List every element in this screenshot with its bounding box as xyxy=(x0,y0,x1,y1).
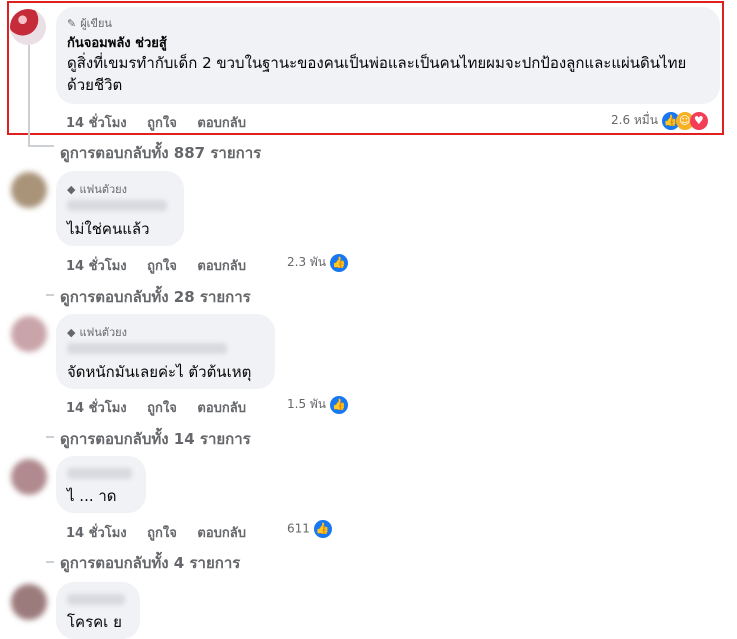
diamond-icon: ◆ xyxy=(67,326,76,339)
author-name[interactable]: กันจอมพลัง ช่วยสู้ xyxy=(67,32,167,53)
fan-badge-label: แฟนตัวยง xyxy=(79,183,128,196)
comment-time[interactable]: 14 ชั่วโมง xyxy=(66,401,127,416)
thread-connector xyxy=(46,294,54,296)
comment-text: ไม่ใช่คนแล้ว xyxy=(67,220,150,238)
commenter-avatar[interactable] xyxy=(11,172,47,208)
like-button[interactable]: ถูกใจ xyxy=(147,526,177,541)
blurred-name xyxy=(67,594,125,605)
blurred-name xyxy=(67,343,227,354)
author-badge-label: ผู้เขียน xyxy=(80,17,112,30)
reply-button[interactable]: ตอบกลับ xyxy=(197,116,246,131)
view-replies[interactable]: ดูการตอบกลับทั้ง 4 รายการ xyxy=(60,551,240,575)
comment-bubble: โครคเ ย xyxy=(56,582,140,639)
comment-actions: 14 ชั่วโมง ถูกใจ ตอบกลับ xyxy=(66,522,262,543)
thread-connector xyxy=(46,561,54,563)
pencil-icon: ✎ xyxy=(67,17,77,30)
like-reaction-icon: 👍 xyxy=(329,253,348,272)
comment-time[interactable]: 14 ชั่วโมง xyxy=(66,259,127,274)
comment-bubble: ◆ แฟนตัวยง ไม่ใช่คนแล้ว xyxy=(56,171,184,246)
blurred-name xyxy=(67,468,132,479)
comment-text: ไ ... าด xyxy=(67,487,117,505)
fan-badge-label: แฟนตัวยง xyxy=(79,326,128,339)
reaction-count: 2.3 พัน xyxy=(287,255,327,269)
thread-line xyxy=(28,45,30,145)
comment-actions: 14 ชั่วโมง ถูกใจ ตอบกลับ xyxy=(66,255,262,276)
reaction-summary[interactable]: 2.3 พัน 👍 xyxy=(287,253,348,272)
commenter-avatar[interactable] xyxy=(11,584,47,620)
author-avatar[interactable] xyxy=(10,9,46,45)
view-replies[interactable]: ดูการตอบกลับทั้ง 28 รายการ xyxy=(60,285,251,309)
comment-actions: 14 ชั่วโมง ถูกใจ ตอบกลับ xyxy=(66,397,262,418)
comment-bubble: ◆ แฟนตัวยง จัดหนักมันเลยค่ะไ ตัวต้นเหตุ xyxy=(56,314,275,389)
reaction-count: 611 xyxy=(287,521,310,536)
fan-badge: ◆ แฟนตัวยง xyxy=(67,180,127,198)
comment-time[interactable]: 14 ชั่วโมง xyxy=(66,116,127,131)
top-comment-text: ดูสิ่งที่เขมรทำกับเด็ก 2 ขวบในฐานะของคนเ… xyxy=(67,54,687,94)
like-button[interactable]: ถูกใจ xyxy=(147,401,177,416)
commenter-avatar[interactable] xyxy=(11,459,47,495)
blurred-name xyxy=(67,200,167,211)
love-reaction-icon: ♥ xyxy=(689,111,708,130)
like-reaction-icon: 👍 xyxy=(329,395,348,414)
view-replies[interactable]: ดูการตอบกลับทั้ง 14 รายการ xyxy=(60,427,251,451)
reply-button[interactable]: ตอบกลับ xyxy=(197,401,246,416)
diamond-icon: ◆ xyxy=(67,183,76,196)
reply-button[interactable]: ตอบกลับ xyxy=(197,526,246,541)
view-replies-887[interactable]: ดูการตอบกลับทั้ง 887 รายการ xyxy=(60,141,261,165)
like-reaction-icon: 👍 xyxy=(313,520,332,538)
comment-text: จัดหนักมันเลยค่ะไ ตัวต้นเหตุ xyxy=(67,363,252,381)
reaction-count: 1.5 พัน xyxy=(287,397,327,411)
thread-connector xyxy=(46,436,54,438)
comment-bubble: ไ ... าด xyxy=(56,456,146,513)
comment-text: โครคเ ย xyxy=(67,613,122,631)
comment-time[interactable]: 14 ชั่วโมง xyxy=(66,526,127,541)
reply-button[interactable]: ตอบกลับ xyxy=(197,259,246,274)
like-button[interactable]: ถูกใจ xyxy=(147,259,177,274)
reaction-summary[interactable]: 1.5 พัน 👍 xyxy=(287,395,348,414)
fan-badge: ◆ แฟนตัวยง xyxy=(67,323,127,341)
commenter-avatar[interactable] xyxy=(11,316,47,352)
author-badge: ✎ ผู้เขียน xyxy=(67,14,112,32)
top-reaction-summary[interactable]: 2.6 หมื่น 👍☺ ♥ xyxy=(611,111,708,130)
reaction-summary[interactable]: 611 👍 xyxy=(287,520,332,538)
top-comment-bubble: ✎ ผู้เขียน กันจอมพลัง ช่วยสู้ ดูสิ่งที่เข… xyxy=(56,7,720,104)
top-comment-actions: 14 ชั่วโมง ถูกใจ ตอบกลับ xyxy=(66,112,262,133)
like-button[interactable]: ถูกใจ xyxy=(147,116,177,131)
thread-connector xyxy=(28,145,54,147)
reaction-count: 2.6 หมื่น xyxy=(611,113,658,127)
